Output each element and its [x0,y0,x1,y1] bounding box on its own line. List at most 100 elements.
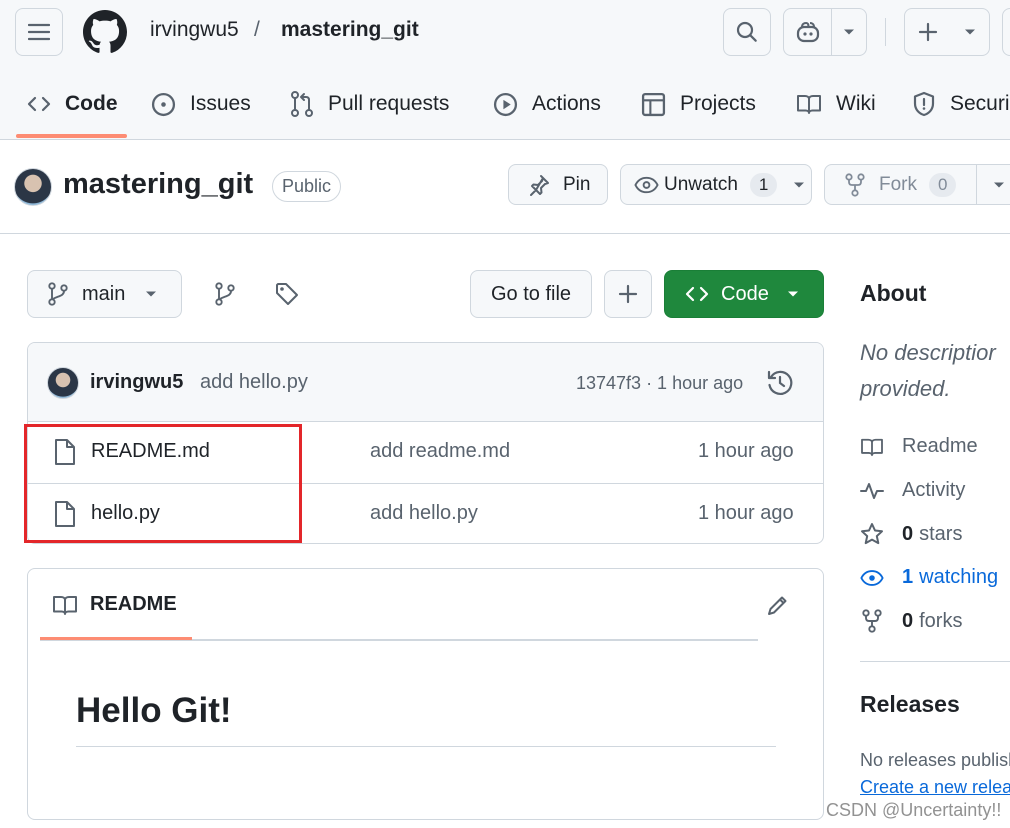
commit-author[interactable]: irvingwu5 [90,371,183,394]
forks-link[interactable]: 0 forks [860,609,962,633]
github-logo-icon[interactable] [83,10,127,54]
active-tab-indicator [16,134,127,138]
activity-link[interactable]: Activity [860,479,965,502]
forks-label: forks [919,609,963,632]
about-description-line1: No descriptior [860,340,996,365]
tab-label: Actions [532,92,601,115]
avatar[interactable] [47,367,79,399]
header-divider [885,18,886,46]
plus-icon [918,22,938,42]
readme-link-label: Readme [902,435,978,457]
watching-link[interactable]: 1 watching [860,566,998,589]
code-button-label: Code [721,282,769,305]
fork-button[interactable]: Fork 0 [824,164,1010,205]
activity-link-label: Activity [902,479,966,501]
eye-icon [860,569,884,586]
tab-label: Wiki [836,92,876,115]
history-icon[interactable] [766,369,794,397]
file-commit-message[interactable]: add hello.py [370,502,478,525]
breadcrumb-repo[interactable]: mastering_git [281,18,419,42]
tab-label: Code [65,92,118,115]
watching-label: watching [919,566,999,588]
readme-heading: Hello Git! [76,691,232,730]
branches-icon[interactable] [214,282,236,306]
edit-icon[interactable] [766,593,790,617]
menu-button[interactable] [15,8,63,56]
about-description-line2: provided. [860,376,951,401]
add-file-button[interactable] [604,270,652,318]
unwatch-button[interactable]: Unwatch 1 [620,164,812,205]
watermark: CSDN @Uncertainty!! [826,800,1002,820]
fork-count: 0 [929,172,957,197]
breadcrumb-owner[interactable]: irvingwu5 [150,18,239,42]
plus-icon [618,284,638,304]
copilot-icon [796,21,819,43]
breadcrumb-separator: / [254,18,260,41]
sidebar-divider [860,661,1010,662]
commit-meta[interactable]: 13747f3 · 1 hour ago [576,373,743,394]
book-icon [861,438,883,456]
no-releases-text: No releases publish [860,750,1010,770]
tab-security[interactable]: Securi [912,82,1010,126]
pull-request-icon [291,91,313,117]
go-to-file-button[interactable]: Go to file [470,270,592,318]
highlight-box [24,424,302,543]
code-icon [685,286,709,302]
eye-icon [634,176,659,193]
play-icon [493,92,518,116]
avatar[interactable] [14,168,52,206]
issue-icon [151,92,176,116]
tab-actions[interactable]: Actions [493,82,601,126]
heading-underline [76,746,776,747]
search-button[interactable] [723,8,771,56]
section-divider [0,233,1010,234]
stars-label: stars [919,522,963,545]
commit-message[interactable]: add hello.py [200,371,308,394]
stars-count: 0 [902,522,914,545]
pulse-icon [860,482,884,499]
table-icon [641,92,666,116]
releases-title[interactable]: Releases [860,691,960,718]
tab-label: Securi [950,92,1010,115]
tab-code[interactable]: Code [27,82,118,126]
book-icon [797,95,821,114]
branch-selector[interactable]: main [27,270,182,318]
shield-icon [913,91,935,117]
search-icon [736,21,757,42]
issues-button[interactable] [1002,8,1010,56]
fork-icon [845,172,865,197]
forks-count: 0 [902,609,914,632]
file-commit-message[interactable]: add readme.md [370,440,510,463]
chevron-down-icon [844,29,855,35]
tag-icon[interactable] [275,282,299,306]
tab-label: Pull requests [328,92,450,115]
star-icon [861,523,883,545]
hamburger-icon [28,23,50,41]
readme-panel: README Hello Git! [27,568,824,820]
file-time: 1 hour ago [698,502,794,524]
repo-title[interactable]: mastering_git [63,168,253,201]
latest-commit-bar: irvingwu5 add hello.py 13747f3 · 1 hour … [28,343,823,422]
tab-wiki[interactable]: Wiki [796,82,876,126]
pin-button[interactable]: Pin [508,164,608,205]
stars-link[interactable]: 0 stars [860,522,962,546]
chevron-down-icon [787,291,798,297]
readme-tab-indicator [40,637,192,640]
chevron-down-icon [965,29,975,35]
watch-count: 1 [749,172,778,197]
readme-link[interactable]: Readme [860,435,978,458]
copilot-button[interactable] [783,8,867,56]
readme-tab[interactable]: README [52,593,177,616]
tab-pull-requests[interactable]: Pull requests [290,82,449,126]
create-new-button[interactable] [904,8,990,56]
tab-label: Issues [190,92,251,115]
readme-tab-label: README [90,593,177,615]
tab-projects[interactable]: Projects [641,82,756,126]
book-icon [53,595,77,615]
global-header: irvingwu5 / mastering_git Code Issues Pu… [0,0,1010,140]
pin-icon [530,174,549,196]
create-release-link[interactable]: Create a new relea [860,777,1010,798]
code-dropdown-button[interactable]: Code [664,270,824,318]
branch-icon [48,282,68,306]
tab-issues[interactable]: Issues [151,82,251,126]
